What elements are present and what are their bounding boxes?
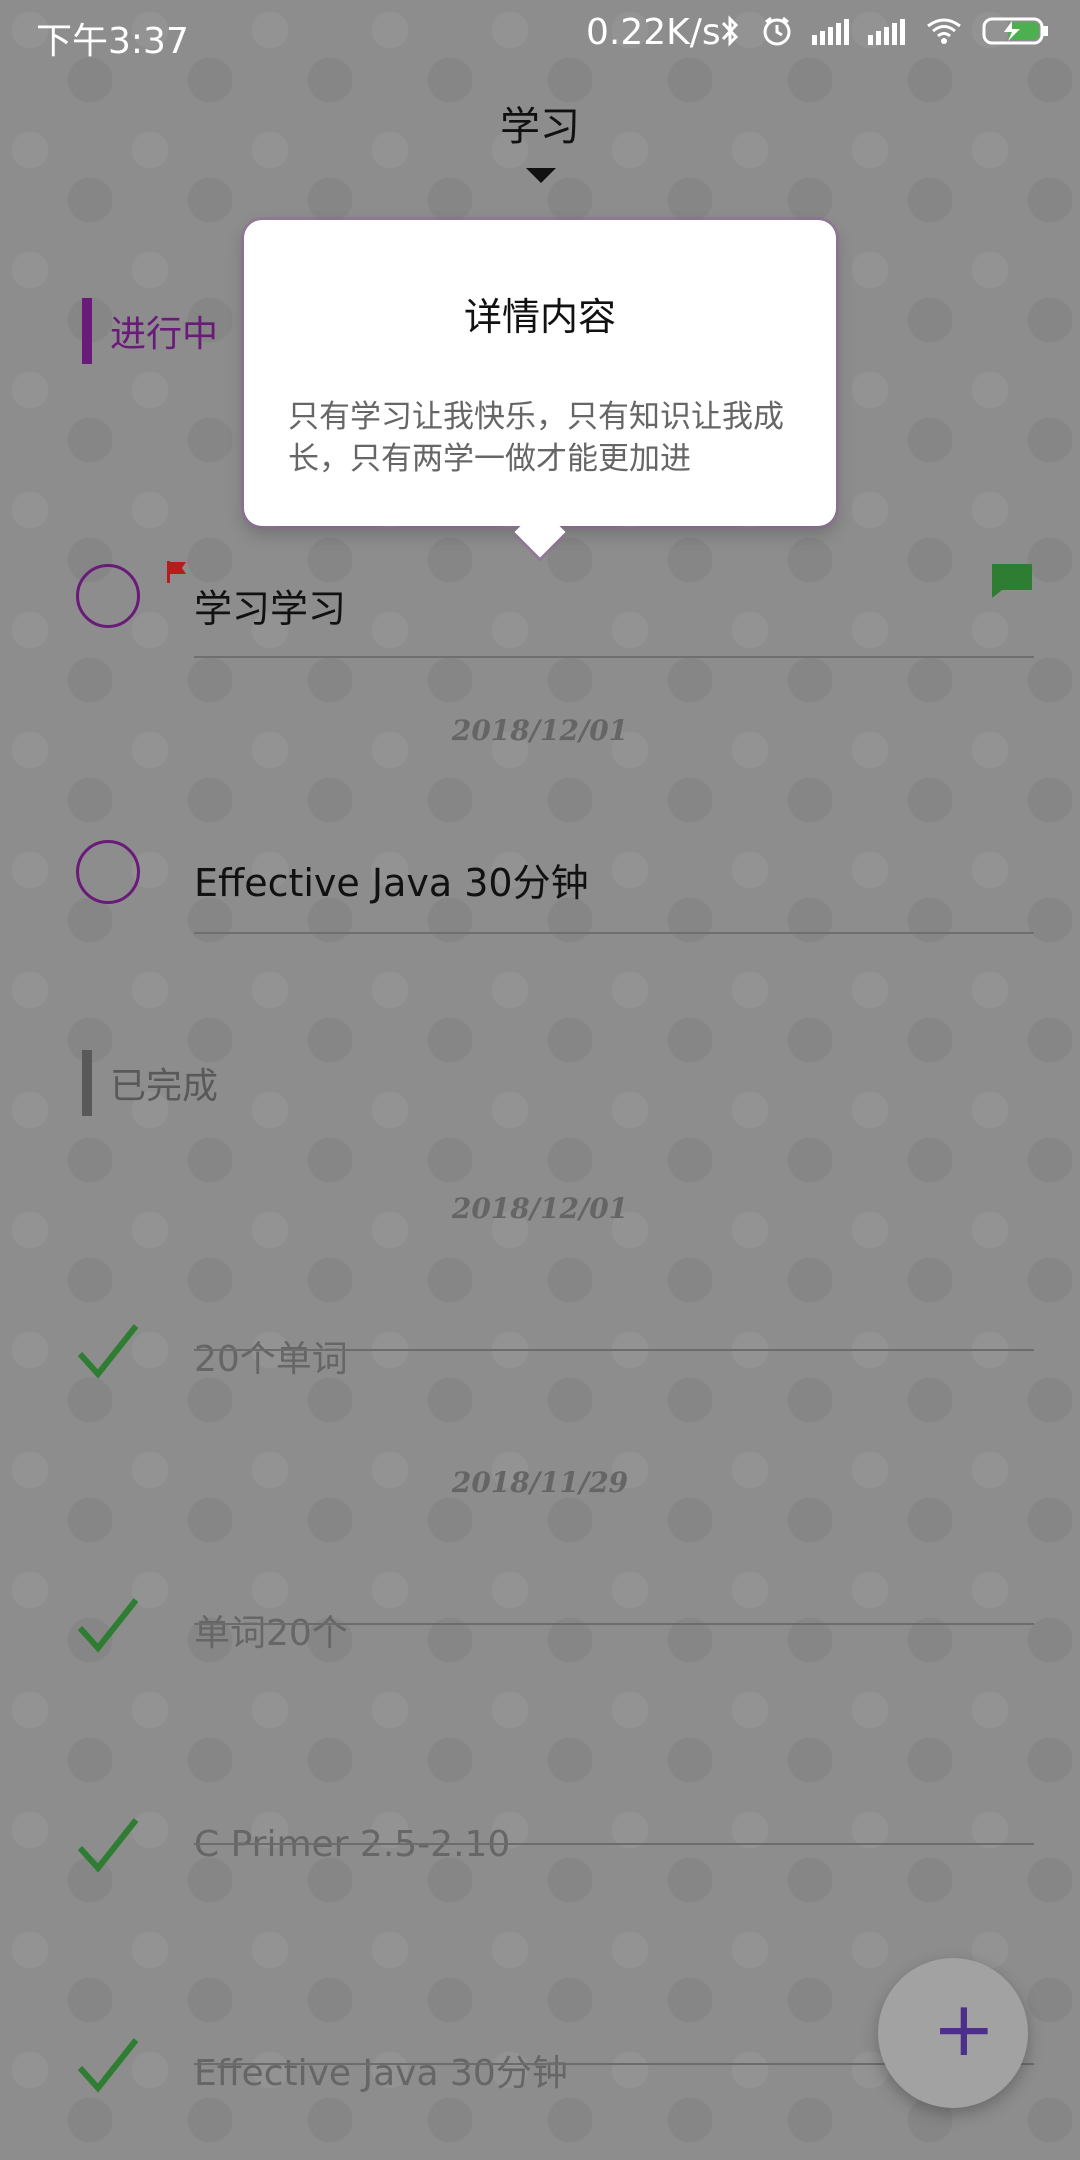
caret-down-icon	[526, 168, 556, 183]
check-icon[interactable]	[76, 1320, 140, 1384]
completed-task-title: 单词20个	[194, 1613, 348, 1654]
details-popover: 详情内容 只有学习让我快乐，只有知识让我成长，只有两学一做才能更加进	[244, 220, 836, 558]
check-icon[interactable]	[76, 1594, 140, 1658]
date-header: 2018/12/01	[451, 1192, 629, 1225]
signal-icon	[812, 19, 849, 45]
completed-task-title: 20个单词	[194, 1339, 348, 1380]
check-icon[interactable]	[76, 1814, 140, 1878]
task-checkbox[interactable]	[76, 564, 140, 628]
date-header: 2018/11/29	[451, 1466, 629, 1499]
flag-icon	[167, 561, 186, 583]
row-divider	[194, 932, 1034, 934]
date-header: 2018/12/01	[451, 714, 629, 747]
task-item[interactable]: Effective Java 30分钟	[0, 836, 1080, 956]
check-icon[interactable]	[76, 2034, 140, 2098]
completed-task-item[interactable]: C Primer 2.5-2.10	[0, 1814, 1080, 1924]
task-item[interactable]: 学习学习	[0, 560, 1080, 680]
completed-task-item[interactable]: 单词20个	[0, 1594, 1080, 1704]
status-time: 下午3:37	[36, 21, 189, 62]
signal-icon	[868, 19, 905, 45]
status-bar: 下午3:37 0.22K/s	[0, 0, 1080, 70]
battery-icon	[982, 17, 1048, 45]
strikethrough-line	[194, 1623, 1034, 1625]
popover-title: 详情内容	[463, 295, 616, 339]
task-title: Effective Java 30分钟	[194, 861, 589, 905]
add-task-button[interactable]: +	[878, 1958, 1028, 2108]
alarm-icon	[763, 16, 791, 46]
row-divider	[194, 656, 1034, 658]
section-accent-bar	[82, 298, 92, 364]
strikethrough-line	[194, 1843, 1034, 1845]
section-completed: 已完成	[82, 1050, 582, 1116]
category-title: 学习	[500, 104, 580, 150]
completed-task-item[interactable]: 20个单词	[0, 1320, 1080, 1430]
plus-icon: +	[932, 1984, 996, 2073]
section-title: 已完成	[110, 1066, 219, 1107]
task-title: 学习学习	[194, 587, 347, 631]
section-accent-bar	[82, 1050, 92, 1116]
category-selector[interactable]: 学习	[0, 84, 1080, 194]
strikethrough-line	[194, 1349, 1034, 1351]
section-title: 进行中	[110, 314, 219, 355]
popover-body: 只有学习让我快乐，只有知识让我成长，只有两学一做才能更加进	[288, 399, 784, 477]
status-icons	[718, 14, 1050, 48]
task-checkbox[interactable]	[76, 840, 140, 904]
wifi-icon	[927, 18, 961, 44]
bluetooth-icon	[721, 15, 739, 47]
completed-task-title: Effective Java 30分钟	[194, 2053, 568, 2094]
network-speed: 0.22K/s	[586, 12, 721, 53]
comment-icon[interactable]	[990, 560, 1034, 600]
